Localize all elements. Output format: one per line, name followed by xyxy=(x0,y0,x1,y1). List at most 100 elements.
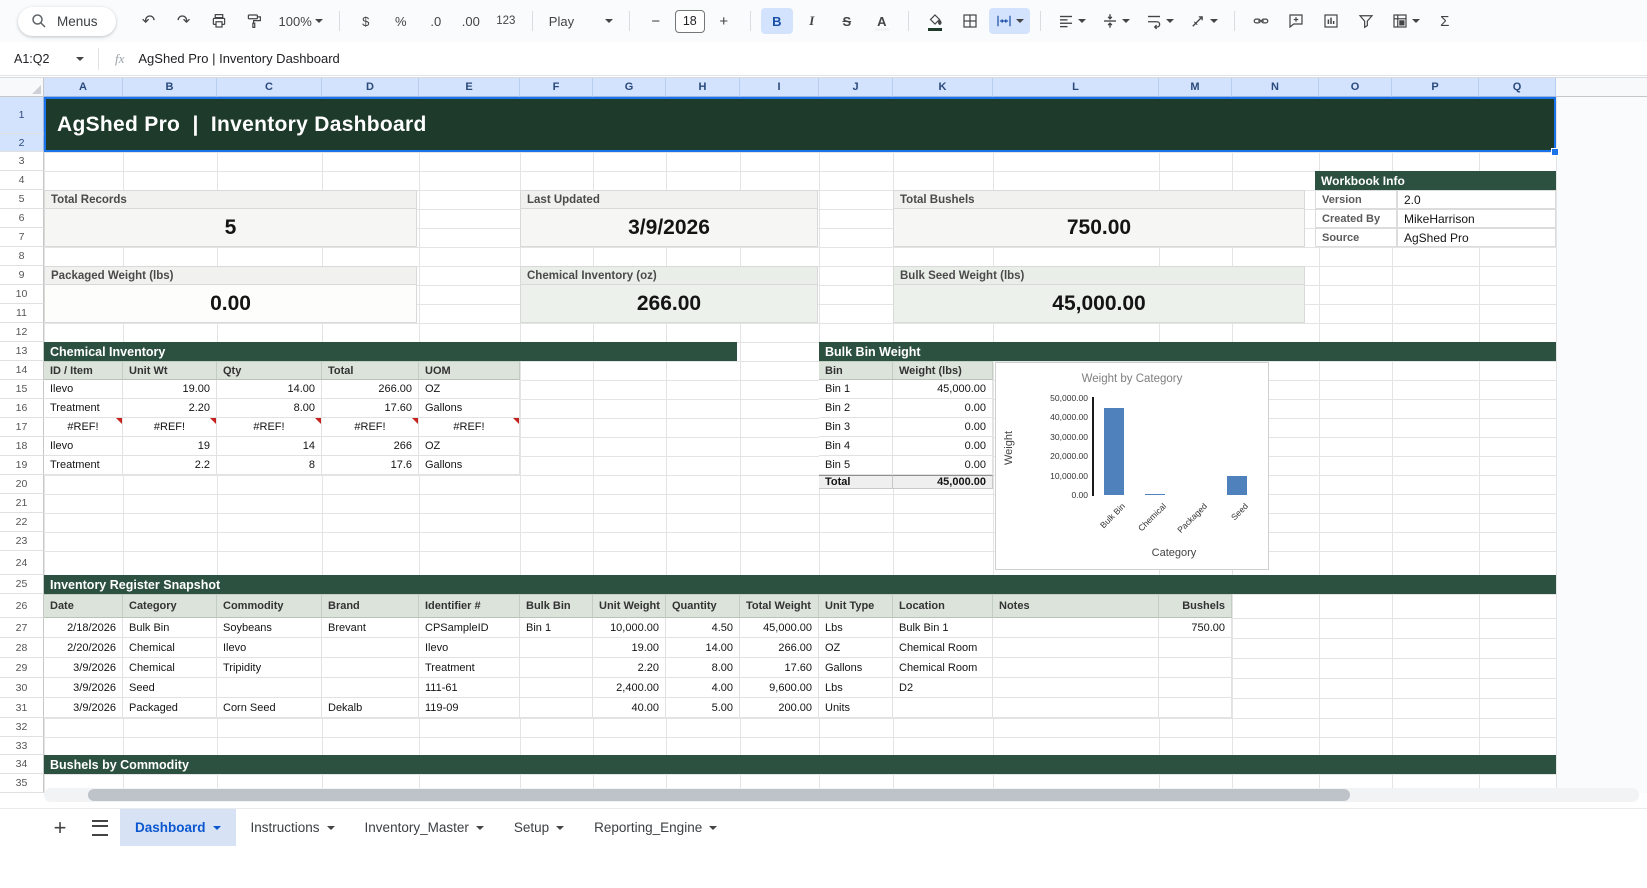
row-header-32[interactable]: 32 xyxy=(0,718,44,737)
font-size-input[interactable]: 18 xyxy=(674,9,705,33)
more-formats-button[interactable]: 123 xyxy=(490,8,522,34)
table-cell[interactable]: Location xyxy=(893,594,993,618)
column-header-O[interactable]: O xyxy=(1319,78,1392,97)
kpi-value-total-records[interactable]: 5 xyxy=(44,209,417,247)
column-header-B[interactable]: B xyxy=(123,78,217,97)
column-header-G[interactable]: G xyxy=(593,78,666,97)
table-cell[interactable]: 17.60 xyxy=(322,399,419,418)
format-currency-button[interactable]: $ xyxy=(350,8,382,34)
table-cell[interactable]: Commodity xyxy=(217,594,322,618)
horizontal-scrollbar-thumb[interactable] xyxy=(88,789,1350,801)
table-cell[interactable] xyxy=(993,678,1159,698)
table-cell[interactable]: Seed xyxy=(123,678,217,698)
table-cell[interactable]: Unit Weight xyxy=(593,594,666,618)
table-cell[interactable] xyxy=(1159,698,1232,718)
name-box-chevron-icon[interactable] xyxy=(76,56,84,61)
row-header-34[interactable]: 34 xyxy=(0,755,44,774)
table-cell[interactable]: Weight (lbs) xyxy=(893,361,993,380)
table-cell[interactable]: 17.60 xyxy=(740,658,819,678)
row-header-26[interactable]: 26 xyxy=(0,594,44,618)
horizontal-align-button[interactable] xyxy=(1051,8,1092,34)
table-cell[interactable]: ID / Item xyxy=(44,361,123,380)
add-sheet-button[interactable]: + xyxy=(40,809,80,846)
table-cell[interactable]: Date xyxy=(44,594,123,618)
table-cell[interactable]: Ilevo xyxy=(217,638,322,658)
table-cell[interactable]: #REF! xyxy=(217,418,322,437)
table-cell[interactable]: Treatment xyxy=(44,399,123,418)
table-cell[interactable]: Gallons xyxy=(819,658,893,678)
table-cell[interactable]: 14 xyxy=(217,437,322,456)
table-cell[interactable]: Ilevo xyxy=(44,380,123,399)
table-cell[interactable]: Ilevo xyxy=(419,638,520,658)
row-header-18[interactable]: 18 xyxy=(0,437,44,456)
italic-button[interactable]: I xyxy=(796,8,828,34)
row-header-13[interactable]: 13 xyxy=(0,342,44,361)
kpi-label-packaged-weight[interactable]: Packaged Weight (lbs) xyxy=(44,266,417,285)
table-cell[interactable]: 40.00 xyxy=(593,698,666,718)
row-header-19[interactable]: 19 xyxy=(0,456,44,475)
table-cell[interactable]: Ilevo xyxy=(44,437,123,456)
workbook-info-header[interactable]: Workbook Info xyxy=(1315,171,1556,190)
text-wrap-button[interactable] xyxy=(1139,8,1180,34)
table-cell[interactable]: 8.00 xyxy=(217,399,322,418)
table-cell[interactable]: Unit Wt xyxy=(123,361,217,380)
dashboard-title-banner[interactable]: AgShed Pro | Inventory Dashboard xyxy=(44,97,1556,152)
table-cell[interactable]: 3/9/2026 xyxy=(44,658,123,678)
column-header-H[interactable]: H xyxy=(666,78,740,97)
table-cell[interactable]: 19.00 xyxy=(593,638,666,658)
insert-link-button[interactable] xyxy=(1245,8,1277,34)
text-color-button[interactable]: A xyxy=(866,8,898,34)
decrease-decimals-button[interactable]: .0 xyxy=(420,8,452,34)
table-cell[interactable]: CPSampleID xyxy=(419,618,520,638)
table-cell[interactable] xyxy=(322,678,419,698)
table-cell[interactable]: Notes xyxy=(993,594,1159,618)
strikethrough-button[interactable]: S xyxy=(831,8,863,34)
column-header-I[interactable]: I xyxy=(740,78,819,97)
table-cell[interactable]: Treatment xyxy=(44,456,123,475)
table-cell[interactable]: Bin 1 xyxy=(520,618,593,638)
table-cell[interactable]: 17.6 xyxy=(322,456,419,475)
row-header-6[interactable]: 6 xyxy=(0,209,44,228)
table-cell[interactable] xyxy=(520,698,593,718)
table-cell[interactable]: 750.00 xyxy=(1159,618,1232,638)
table-cell[interactable]: Chemical Room xyxy=(893,658,993,678)
workbook-info-value[interactable]: AgShed Pro xyxy=(1397,228,1556,247)
row-header-28[interactable]: 28 xyxy=(0,638,44,658)
table-cell[interactable]: UOM xyxy=(419,361,520,380)
table-cell[interactable]: #REF! xyxy=(44,418,123,437)
table-cell[interactable] xyxy=(993,638,1159,658)
undo-button[interactable]: ↶ xyxy=(133,8,165,34)
table-cell[interactable]: 45,000.00 xyxy=(740,618,819,638)
table-cell[interactable] xyxy=(322,658,419,678)
row-header-20[interactable]: 20 xyxy=(0,475,44,494)
table-cell[interactable]: Corn Seed xyxy=(217,698,322,718)
table-cell[interactable]: Gallons xyxy=(419,456,520,475)
table-cell[interactable]: 4.00 xyxy=(666,678,740,698)
inventory-register-header[interactable]: Inventory Register Snapshot xyxy=(44,575,1556,594)
formula-input[interactable]: AgShed Pro | Inventory Dashboard xyxy=(138,51,339,66)
menus-search[interactable]: Menus xyxy=(18,6,116,36)
table-cell[interactable]: 266 xyxy=(322,437,419,456)
bold-button[interactable]: B xyxy=(760,8,793,34)
table-cell[interactable]: 2.20 xyxy=(593,658,666,678)
table-cell[interactable]: Dekalb xyxy=(322,698,419,718)
row-header-2[interactable]: 2 xyxy=(0,134,44,152)
table-cell[interactable]: 111-61 xyxy=(419,678,520,698)
table-cell[interactable]: Bin 2 xyxy=(819,399,893,418)
increase-decimals-button[interactable]: .00 xyxy=(455,8,487,34)
kpi-label-total-records[interactable]: Total Records xyxy=(44,190,417,209)
row-header-11[interactable]: 11 xyxy=(0,304,44,323)
table-cell[interactable]: Bushels xyxy=(1159,594,1232,618)
table-cell[interactable]: Chemical xyxy=(123,658,217,678)
sheet-tab-dashboard[interactable]: Dashboard xyxy=(120,809,236,846)
print-button[interactable] xyxy=(203,8,235,34)
row-header-24[interactable]: 24 xyxy=(0,551,44,575)
decrease-font-size-button[interactable]: − xyxy=(640,8,672,34)
kpi-value-chemical-inventory[interactable]: 266.00 xyxy=(520,285,818,323)
row-header-1[interactable]: 1 xyxy=(0,97,44,134)
table-cell[interactable]: 5.00 xyxy=(666,698,740,718)
table-cell[interactable]: 19.00 xyxy=(123,380,217,399)
table-cell[interactable]: 14.00 xyxy=(217,380,322,399)
table-cell[interactable] xyxy=(1159,638,1232,658)
table-cell[interactable] xyxy=(322,638,419,658)
